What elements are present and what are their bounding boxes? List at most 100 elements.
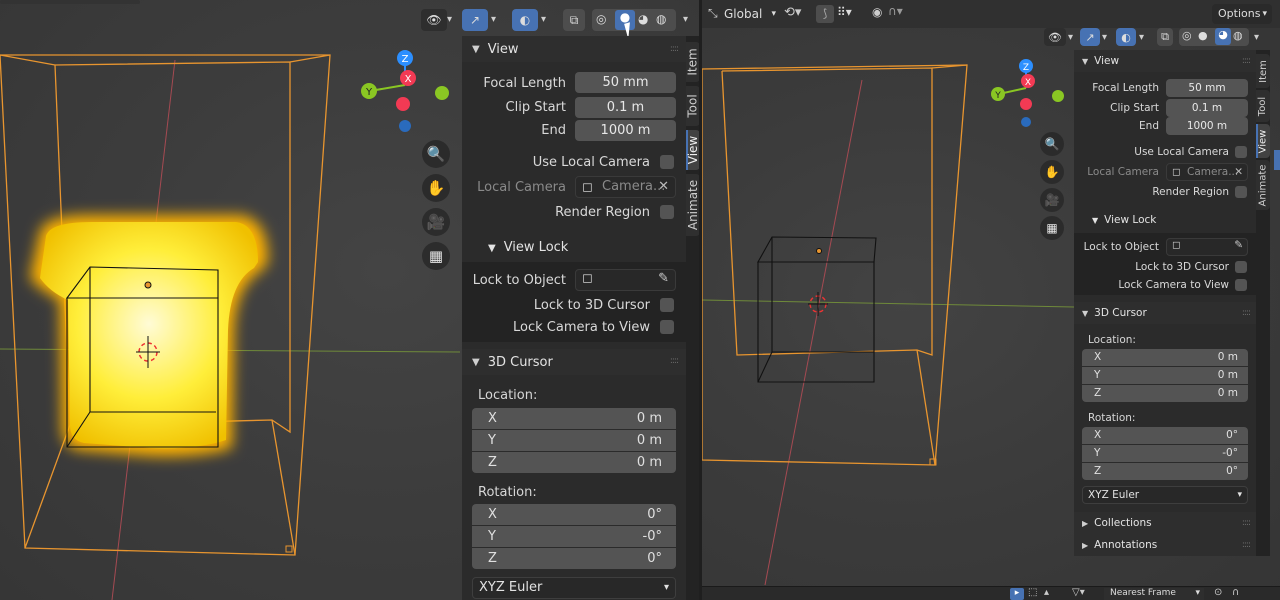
view-section-header[interactable]: ▼ View (462, 36, 686, 62)
local-camera-field[interactable]: Camera... ◻ ✕ (575, 176, 676, 198)
options-dropdown[interactable]: Options ▾ (1212, 4, 1272, 24)
zoom-icon[interactable]: 🔍 (1040, 132, 1064, 156)
clear-icon[interactable]: ✕ (1234, 164, 1243, 180)
focal-length-field[interactable]: 50 mm (575, 72, 676, 93)
gizmo-toggle-icon[interactable]: ↗ (462, 9, 488, 31)
clip-end-field[interactable]: 1000 m (575, 120, 676, 141)
view-section-header[interactable]: ▼ View (1074, 50, 1256, 72)
view-lock-header[interactable]: ▼ View Lock (1092, 214, 1156, 226)
xray-toggle-icon[interactable]: ⧉ (563, 9, 585, 31)
falloff-icon[interactable]: ∩ (1232, 587, 1239, 598)
shading-mode-group[interactable]: ◎ ● ◕ ◍ (1179, 28, 1249, 46)
wireframe-shading-icon[interactable]: ◎ (596, 12, 606, 26)
cursor-location-z[interactable]: Z 0 m (472, 452, 676, 473)
local-camera-field[interactable]: Camera... ◻ ✕ (1166, 163, 1248, 181)
cursor-rotation-x[interactable]: X 0° (472, 504, 676, 525)
circle-select-icon[interactable]: ▴ (1044, 587, 1049, 598)
tab-view[interactable]: View (686, 130, 700, 170)
tab-item[interactable]: Item (1256, 54, 1270, 88)
tab-item[interactable]: Item (686, 42, 700, 82)
left-3d-viewport[interactable]: Z Y X 👁 ▾ ↗ ▾ ◐ ▾ ⧉ ◎ ● ◕ ◍ ▾ 🔍 ✋ 🎥 ▦ ▼ V… (0, 0, 700, 600)
clip-start-field[interactable]: 0.1 m (575, 97, 676, 118)
pivot-point-icon[interactable]: ⟲▾ (784, 5, 801, 20)
focal-length-field[interactable]: 50 mm (1166, 79, 1248, 97)
hand-pan-icon[interactable]: ✋ (422, 174, 450, 202)
tab-animate[interactable]: Animate (686, 174, 700, 236)
chevron-down-icon[interactable]: ▾ (1254, 32, 1259, 43)
lock-object-field[interactable]: ◻ ✎ (1166, 238, 1248, 256)
overlay-toggle-icon[interactable]: ◐ (512, 9, 538, 31)
filter-icon[interactable]: ▽▾ (1072, 587, 1085, 598)
lock-3d-cursor-checkbox[interactable] (660, 298, 674, 312)
snap-toggle-icon[interactable]: ⟆ (816, 5, 834, 23)
lock-3d-cursor-checkbox[interactable] (1235, 261, 1247, 273)
chevron-down-icon[interactable]: ▾ (1102, 32, 1107, 43)
tab-animate[interactable]: Animate (1256, 160, 1270, 210)
render-region-checkbox[interactable] (1235, 186, 1247, 198)
hand-pan-icon[interactable]: ✋ (1040, 160, 1064, 184)
zoom-icon[interactable]: 🔍 (422, 140, 450, 168)
cursor-section-header[interactable]: ▼ 3D Cursor (462, 349, 686, 375)
tab-view[interactable]: View (1256, 124, 1270, 158)
grip-icon[interactable]: :::: (1242, 56, 1251, 66)
material-shading-icon[interactable]: ◕ (1215, 28, 1231, 45)
visibility-icon[interactable]: 👁 (421, 9, 447, 31)
rendered-shading-icon[interactable]: ◍ (1233, 29, 1243, 42)
snap-target-icon[interactable]: ⠿▾ (837, 5, 852, 19)
annotations-section-header[interactable]: ▶ Annotations (1074, 534, 1256, 556)
cursor-location-y[interactable]: Y 0 m (1082, 367, 1248, 384)
transform-orientation-dropdown[interactable]: Global ▾ (724, 5, 776, 23)
right-3d-viewport[interactable]: Z Y X ⤡ Global ▾ ⟲▾ ⟆ ⠿▾ ◉ ∩▾ Options ▾ 👁 … (702, 0, 1280, 600)
lock-camera-checkbox[interactable] (660, 320, 674, 334)
render-region-checkbox[interactable] (660, 205, 674, 219)
cursor-tool-icon[interactable]: ▸ (1010, 588, 1024, 600)
collections-section-header[interactable]: ▶ Collections (1074, 512, 1256, 534)
clear-icon[interactable]: ✕ (658, 177, 669, 197)
tab-tool[interactable]: Tool (1256, 90, 1270, 122)
wireframe-shading-icon[interactable]: ◎ (1182, 29, 1192, 42)
camera-view-icon[interactable]: 🎥 (422, 208, 450, 236)
view-lock-header[interactable]: ▼ View Lock (488, 240, 568, 255)
chevron-down-icon[interactable]: ▾ (447, 14, 452, 25)
gizmo-toggle-icon[interactable]: ↗ (1080, 28, 1100, 46)
cursor-section-header[interactable]: ▼ 3D Cursor (1074, 302, 1256, 324)
tab-tool[interactable]: Tool (686, 86, 700, 126)
lock-camera-checkbox[interactable] (1235, 279, 1247, 291)
scrollbar-indicator[interactable] (1274, 150, 1280, 170)
eyedropper-icon[interactable]: ✎ (1234, 239, 1243, 251)
use-local-camera-checkbox[interactable] (660, 155, 674, 169)
use-local-camera-checkbox[interactable] (1235, 146, 1247, 158)
grip-icon[interactable]: :::: (670, 44, 679, 54)
cursor-rotation-z[interactable]: Z 0° (472, 548, 676, 569)
xray-toggle-icon[interactable]: ⧉ (1157, 28, 1173, 46)
cursor-rotation-y[interactable]: Y -0° (472, 526, 676, 547)
grip-icon[interactable]: :::: (1242, 540, 1251, 550)
proportional-icon[interactable]: ⊙ (1214, 587, 1222, 598)
perspective-grid-icon[interactable]: ▦ (422, 242, 450, 270)
rotation-mode-dropdown[interactable]: XYZ Euler ▾ (472, 577, 676, 599)
grip-icon[interactable]: :::: (1242, 518, 1251, 528)
rendered-shading-icon[interactable]: ◍ (656, 12, 666, 26)
clip-start-field[interactable]: 0.1 m (1166, 99, 1248, 117)
navigation-gizmo[interactable]: Z Y X (361, 50, 449, 132)
overlay-toggle-icon[interactable]: ◐ (1116, 28, 1136, 46)
cursor-location-z[interactable]: Z 0 m (1082, 385, 1248, 402)
cursor-rotation-z[interactable]: Z 0° (1082, 463, 1248, 480)
chevron-down-icon[interactable]: ▾ (491, 14, 496, 25)
chevron-down-icon[interactable]: ▾ (1139, 32, 1144, 43)
eyedropper-icon[interactable]: ✎ (658, 271, 669, 286)
proportional-edit-icon[interactable]: ◉ (872, 5, 882, 19)
clip-end-field[interactable]: 1000 m (1166, 117, 1248, 135)
grip-icon[interactable]: :::: (670, 356, 679, 366)
cursor-location-x[interactable]: X 0 m (1082, 349, 1248, 366)
camera-view-icon[interactable]: 🎥 (1040, 188, 1064, 212)
chevron-down-icon[interactable]: ▾ (683, 14, 688, 25)
perspective-grid-icon[interactable]: ▦ (1040, 216, 1064, 240)
grip-icon[interactable]: :::: (1242, 308, 1251, 318)
lock-object-field[interactable]: ◻ ✎ (575, 269, 676, 291)
falloff-icon[interactable]: ∩▾ (888, 4, 903, 18)
cursor-rotation-x[interactable]: X 0° (1082, 427, 1248, 444)
rotation-mode-dropdown[interactable]: XYZ Euler ▾ (1082, 486, 1248, 504)
cursor-location-x[interactable]: X 0 m (472, 408, 676, 429)
chevron-down-icon[interactable]: ▾ (1068, 32, 1073, 43)
